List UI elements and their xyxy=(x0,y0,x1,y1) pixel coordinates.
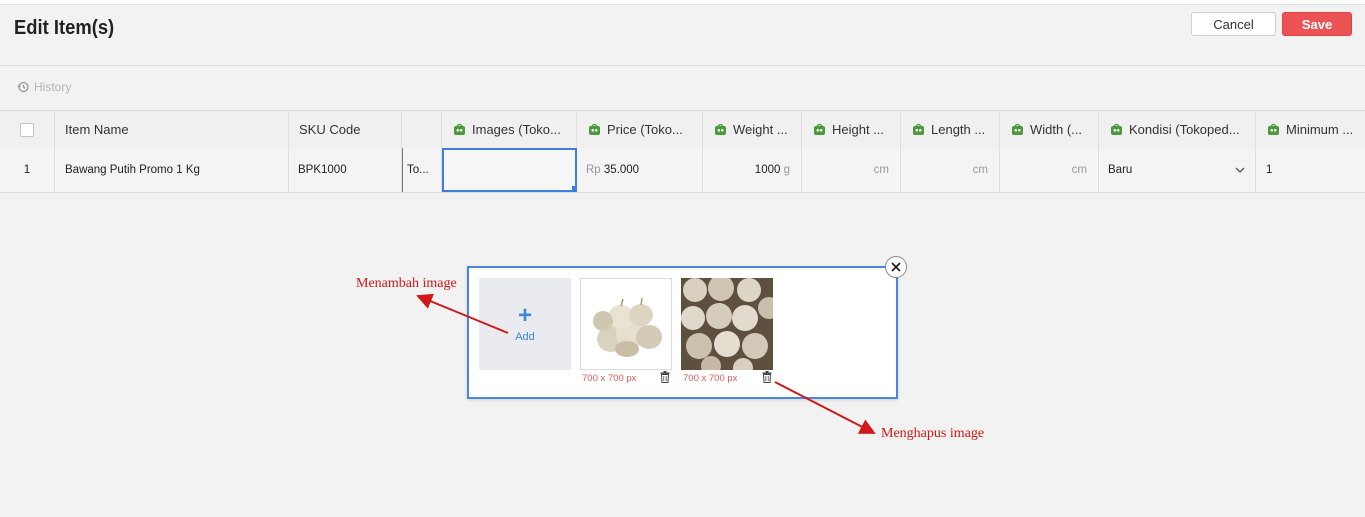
column-header-width[interactable]: Width (... xyxy=(1000,111,1099,148)
table-header-row: Item Name SKU Code Images (Toko... Price… xyxy=(0,111,1365,149)
column-header-height[interactable]: Height ... xyxy=(802,111,901,148)
close-icon xyxy=(891,262,901,272)
annotation-arrows xyxy=(416,293,876,434)
table-row[interactable]: 1 Bawang Putih Promo 1 Kg BPK1000 To... … xyxy=(0,148,1365,193)
column-header-images[interactable]: Images (Toko... xyxy=(442,111,577,148)
select-all-cell xyxy=(0,111,55,148)
chevron-down-icon xyxy=(1235,167,1245,173)
close-popup-button[interactable] xyxy=(885,256,907,278)
image-size-label: 700 x 700 px xyxy=(683,373,738,384)
page-header: Edit Item(s) xyxy=(0,5,1365,66)
weight-cell[interactable]: 1000 g xyxy=(703,148,802,192)
item-name-cell[interactable]: Bawang Putih Promo 1 Kg xyxy=(55,148,289,192)
height-cell[interactable]: cm xyxy=(802,148,901,192)
weight-unit: g xyxy=(783,164,790,176)
select-all-checkbox[interactable] xyxy=(20,122,34,137)
tokopedia-icon xyxy=(715,123,726,135)
column-header-length[interactable]: Length ... xyxy=(901,111,1000,148)
cancel-button[interactable]: Cancel xyxy=(1191,12,1276,36)
column-header-item-name[interactable]: Item Name xyxy=(55,111,289,148)
history-icon xyxy=(17,81,29,93)
tokopedia-icon xyxy=(913,123,924,135)
tokopedia-icon xyxy=(454,123,465,135)
image-thumbnail[interactable] xyxy=(681,278,773,370)
store-cell[interactable]: To... xyxy=(402,148,442,192)
length-unit: cm xyxy=(972,164,988,176)
minimum-cell[interactable]: 1 xyxy=(1256,148,1365,192)
column-header-weight[interactable]: Weight ... xyxy=(703,111,802,148)
tokopedia-icon xyxy=(814,123,825,135)
tokopedia-icon xyxy=(1012,123,1023,135)
save-button[interactable]: Save xyxy=(1282,12,1352,36)
price-cell[interactable]: Rp 35.000 xyxy=(577,148,703,192)
images-cell[interactable] xyxy=(442,148,577,192)
tokopedia-icon xyxy=(1111,123,1122,135)
length-cell[interactable]: cm xyxy=(901,148,1000,192)
kondisi-value: Baru xyxy=(1108,164,1133,176)
width-cell[interactable]: cm xyxy=(1000,148,1099,192)
garlic-photo xyxy=(581,279,671,369)
trash-icon[interactable] xyxy=(660,371,670,383)
column-header-store[interactable] xyxy=(402,111,442,148)
fill-handle[interactable] xyxy=(572,186,577,191)
kondisi-select[interactable]: Baru xyxy=(1099,148,1256,192)
column-header-kondisi[interactable]: Kondisi (Tokoped... xyxy=(1099,111,1256,148)
row-index: 1 xyxy=(0,148,55,192)
column-header-minimum[interactable]: Minimum ... xyxy=(1256,111,1365,148)
add-image-label: Add xyxy=(515,331,535,343)
history-label: History xyxy=(34,80,72,94)
column-header-price[interactable]: Price (Toko... xyxy=(577,111,703,148)
delete-image-annotation: Menghapus image xyxy=(881,426,985,441)
add-image-annotation: Menambah image xyxy=(356,276,457,291)
page-title: Edit Item(s) xyxy=(14,17,115,39)
image-size-label: 700 x 700 px xyxy=(582,373,637,384)
tokopedia-icon xyxy=(589,123,600,135)
width-unit: cm xyxy=(1071,164,1087,176)
currency-prefix: Rp xyxy=(586,164,601,176)
height-unit: cm xyxy=(873,164,889,176)
add-image-button[interactable]: + Add xyxy=(479,278,571,370)
garlic-photo xyxy=(681,278,773,370)
items-table: Item Name SKU Code Images (Toko... Price… xyxy=(0,110,1365,193)
column-header-sku[interactable]: SKU Code xyxy=(289,111,402,148)
image-thumbnail[interactable] xyxy=(580,278,672,370)
tokopedia-icon xyxy=(1268,123,1279,135)
history-link[interactable]: History xyxy=(17,80,71,94)
price-value: 35.000 xyxy=(603,164,640,176)
plus-icon: + xyxy=(517,302,532,329)
weight-value: 1000 xyxy=(754,164,781,176)
trash-icon[interactable] xyxy=(762,371,772,383)
sku-cell[interactable]: BPK1000 xyxy=(289,148,402,192)
